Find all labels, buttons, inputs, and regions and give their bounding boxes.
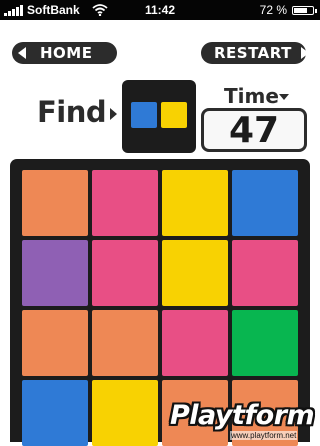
- home-button[interactable]: HOME: [12, 42, 117, 64]
- target-swatch-2: [161, 102, 187, 128]
- restart-button-label: RESTART: [214, 44, 292, 62]
- grid-tile[interactable]: [92, 310, 158, 376]
- target-swatch-1: [131, 102, 157, 128]
- watermark: Playtform www.playtform.net: [164, 398, 320, 442]
- battery-percent: 72 %: [259, 3, 287, 17]
- grid-tile[interactable]: [232, 240, 298, 306]
- watermark-logo: Playtform: [170, 400, 315, 431]
- timer-display: 47: [201, 108, 307, 152]
- battery-icon: [292, 5, 317, 15]
- grid-tile[interactable]: [162, 240, 228, 306]
- grid-tile[interactable]: [22, 170, 88, 236]
- time-label: Time: [224, 84, 279, 108]
- grid-tile[interactable]: [92, 170, 158, 236]
- grid-tile[interactable]: [22, 240, 88, 306]
- arrow-left-icon: [18, 47, 26, 59]
- arrow-right-icon: [300, 47, 309, 59]
- grid-tile[interactable]: [92, 380, 158, 446]
- watermark-url: www.playtform.net: [230, 431, 298, 440]
- grid-tile[interactable]: [232, 170, 298, 236]
- grid-tile[interactable]: [92, 240, 158, 306]
- grid-tile[interactable]: [22, 310, 88, 376]
- status-bar: SoftBank 11:42 72 %: [0, 0, 320, 20]
- status-right: 72 %: [259, 3, 317, 17]
- grid-tile[interactable]: [162, 170, 228, 236]
- grid-tile[interactable]: [232, 310, 298, 376]
- caret-down-icon: [279, 94, 289, 100]
- pointer-arrow-icon: [110, 108, 117, 120]
- find-label: Find: [37, 95, 107, 129]
- grid-tile[interactable]: [22, 380, 88, 446]
- restart-button[interactable]: RESTART: [201, 42, 309, 64]
- grid-tile[interactable]: [162, 310, 228, 376]
- target-pattern: [122, 80, 196, 153]
- home-button-label: HOME: [40, 44, 93, 62]
